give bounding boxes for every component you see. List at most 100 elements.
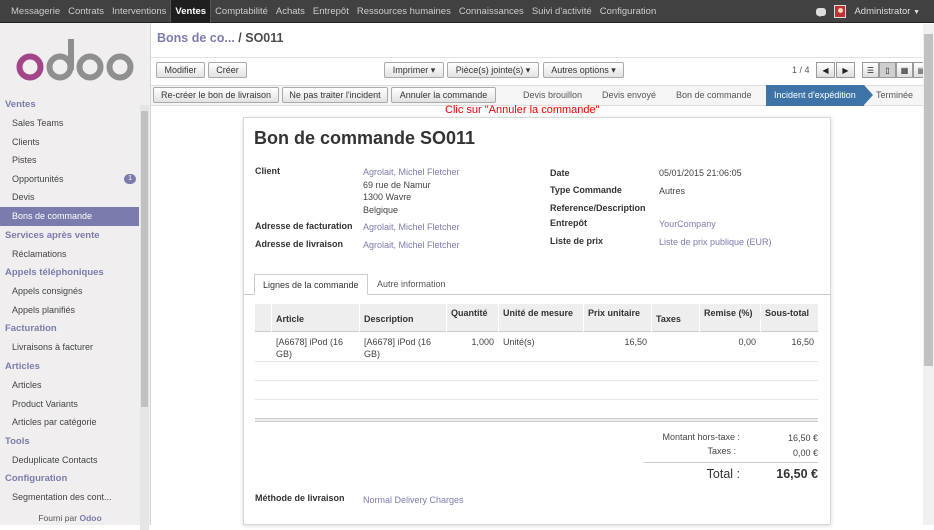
attachments-button[interactable]: Pièce(s) jointe(s) ▾ [447, 62, 539, 78]
menu-contrats[interactable]: Contrats [64, 0, 108, 23]
order-type-label: Type Commande [550, 185, 622, 195]
invoice-address-link[interactable]: Agrolait, Michel Fletcher [363, 222, 460, 232]
scrollbar-thumb[interactable] [924, 34, 933, 366]
status-step-order[interactable]: Bon de commande [676, 85, 752, 106]
cell-article[interactable]: [A6678] iPod (16 GB) [276, 336, 356, 360]
menu-suivi-activite[interactable]: Suivi d'activité [528, 0, 596, 23]
create-button[interactable]: Créer [208, 62, 247, 78]
status-step-sent[interactable]: Devis envoyé [602, 85, 656, 106]
sidebar-item-articles-par-categorie[interactable]: Articles par catégorie [0, 413, 139, 432]
status-step-draft[interactable]: Devis brouillon [523, 85, 582, 106]
more-options-button[interactable]: Autres options ▾ [543, 62, 624, 78]
breadcrumb-parent[interactable]: Bons de co... [157, 31, 235, 45]
section-articles: Articles [5, 360, 40, 372]
user-menu[interactable]: Administrator ▼ [854, 6, 920, 17]
menu-achats[interactable]: Achats [272, 0, 309, 23]
cell-discount[interactable]: 0,00 [699, 336, 756, 348]
column-header-article[interactable]: Article [276, 314, 304, 324]
sidebar-item-product-variants[interactable]: Product Variants [0, 395, 139, 414]
calendar-view-button[interactable]: ▦ [896, 62, 913, 78]
cell-uom[interactable]: Unité(s) [503, 336, 535, 348]
sidebar-item-bons-de-commande[interactable]: Bons de commande [0, 206, 139, 226]
address-line: 1300 Wavre [363, 192, 412, 202]
delivery-address-label: Adresse de livraison [255, 239, 344, 249]
menu-configuration[interactable]: Configuration [596, 0, 661, 23]
cancel-order-button[interactable]: Annuler la commande [391, 87, 496, 103]
tab-other-info[interactable]: Autre information [369, 274, 454, 295]
ignore-exception-button[interactable]: Ne pas traiter l'incident [282, 87, 388, 103]
warehouse-link[interactable]: YourCompany [659, 219, 716, 229]
pricelist-link[interactable]: Liste de prix publique (EUR) [659, 237, 772, 247]
cell-quantity[interactable]: 1,000 [446, 336, 494, 348]
sidebar-item-opportunites[interactable]: Opportunités 1 [0, 170, 139, 189]
delivery-method-label: Méthode de livraison [255, 493, 345, 503]
sidebar-item-deduplicate-contacts[interactable]: Deduplicate Contacts [0, 451, 139, 470]
sidebar-item-livraisons-a-facturer[interactable]: Livraisons à facturer [0, 338, 139, 357]
column-header-taxes[interactable]: Taxes [656, 314, 681, 324]
menu-connaissances[interactable]: Connaissances [455, 0, 528, 23]
sidebar-item-sales-teams[interactable]: Sales Teams [0, 114, 139, 133]
menu-messagerie[interactable]: Messagerie [7, 0, 64, 23]
cell-description[interactable]: [A6678] iPod (16 GB) [364, 336, 444, 360]
menu-ressources-humaines[interactable]: Ressources humaines [353, 0, 455, 23]
column-header-discount[interactable]: Remise (%) [704, 308, 753, 318]
menu-interventions[interactable]: Interventions [108, 0, 170, 23]
user-area: Administrator ▼ [816, 0, 920, 23]
column-header-unit-price[interactable]: Prix unitaire [588, 308, 640, 318]
cell-unit-price[interactable]: 16,50 [583, 336, 647, 348]
top-menu: Messagerie Contrats Interventions Ventes… [0, 0, 660, 23]
list-view-button[interactable]: ☰ [862, 62, 879, 78]
chat-icon[interactable] [816, 7, 827, 17]
table-row-divider [255, 361, 818, 362]
form-view-button[interactable]: ▯ [879, 62, 896, 78]
main-scrollbar[interactable] [923, 24, 934, 525]
header-divider [151, 57, 934, 58]
sidebar-item-appels-consignes[interactable]: Appels consignés [0, 282, 139, 301]
sidebar-item-reclamations[interactable]: Réclamations [0, 245, 139, 264]
edit-button[interactable]: Modifier [156, 62, 205, 78]
column-divider [651, 304, 652, 332]
print-label: Imprimer [392, 65, 429, 75]
column-header-uom[interactable]: Unité de mesure [503, 308, 573, 318]
user-name: Administrator [854, 6, 911, 17]
sidebar-item-devis[interactable]: Devis [0, 188, 139, 207]
scrollbar-thumb[interactable] [141, 111, 148, 407]
previous-record-button[interactable]: ◀ [816, 62, 835, 78]
sidebar: Ventes Sales Teams Clients Pistes Opport… [0, 23, 151, 530]
sidebar-item-clients[interactable]: Clients [0, 133, 139, 152]
arrow-right-icon: ▶ [842, 65, 849, 75]
section-tools: Tools [5, 435, 30, 447]
column-header-subtotal[interactable]: Sous-total [765, 308, 809, 318]
status-step-done[interactable]: Terminée [876, 85, 913, 106]
menu-ventes[interactable]: Ventes [170, 0, 212, 23]
delivery-address-link[interactable]: Agrolait, Michel Fletcher [363, 240, 460, 250]
powered-prefix: Fourni par [38, 513, 78, 523]
delivery-method-link[interactable]: Normal Delivery Charges [363, 495, 464, 505]
column-divider [583, 304, 584, 332]
list-view-icon: ☰ [866, 65, 875, 75]
column-divider [699, 304, 700, 332]
menu-comptabilite[interactable]: Comptabilité [211, 0, 272, 23]
client-link[interactable]: Agrolait, Michel Fletcher [363, 167, 460, 177]
column-header-description[interactable]: Description [364, 314, 414, 324]
arrow-left-icon: ◀ [822, 65, 829, 75]
print-button[interactable]: Imprimer ▾ [384, 62, 444, 78]
next-record-button[interactable]: ▶ [836, 62, 855, 78]
avatar[interactable] [834, 5, 847, 18]
tab-order-lines[interactable]: Lignes de la commande [254, 274, 368, 295]
sidebar-item-segmentation[interactable]: Segmentation des cont... [0, 488, 139, 507]
section-configuration: Configuration [5, 473, 68, 485]
sidebar-item-appels-planifies[interactable]: Appels planifiés [0, 301, 139, 320]
sidebar-scrollbar[interactable] [140, 105, 149, 530]
sidebar-item-pistes[interactable]: Pistes [0, 151, 139, 170]
powered-brand[interactable]: Odoo [79, 513, 101, 523]
sidebar-item-articles[interactable]: Articles [0, 376, 139, 395]
recreate-delivery-button[interactable]: Re-créer le bon de livraison [153, 87, 279, 103]
status-step-exception[interactable]: Incident d'expédition [766, 85, 864, 106]
cell-subtotal[interactable]: 16,50 [760, 336, 814, 348]
tutorial-annotation: Clic sur "Annuler la commande" [445, 104, 600, 116]
column-header-quantity[interactable]: Quantité [451, 308, 488, 318]
client-label: Client [255, 166, 281, 176]
column-divider [446, 304, 447, 332]
menu-entrepot[interactable]: Entrepôt [309, 0, 353, 23]
